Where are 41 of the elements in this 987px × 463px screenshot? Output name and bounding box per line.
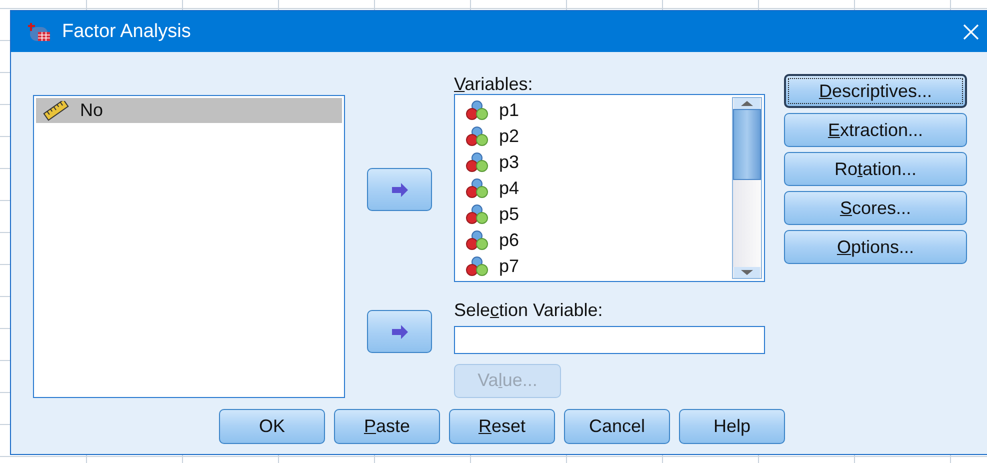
variable-list[interactable]: p1 p2 p3 p4 p5 p6 p7 [454, 94, 765, 282]
scrollbar[interactable] [732, 97, 762, 279]
dialog-button[interactable]: Descriptives... [784, 74, 967, 108]
arrow-icon [390, 182, 410, 198]
move-button[interactable] [367, 310, 432, 353]
input-field[interactable] [454, 326, 765, 354]
dialog-button[interactable]: Help [679, 409, 785, 444]
list-item[interactable]: No [36, 98, 342, 123]
list-item[interactable]: p7 [461, 253, 732, 279]
dialog-button[interactable]: OK [219, 409, 325, 444]
circles-icon [465, 230, 489, 250]
arrow-icon [390, 324, 410, 340]
dialog-button[interactable]: Rotation... [784, 152, 967, 186]
circles-icon [465, 100, 489, 120]
variable-list[interactable]: No [33, 95, 345, 398]
dialog-button[interactable]: Cancel [564, 409, 670, 444]
app-icon [28, 20, 52, 42]
dialog-button[interactable]: Paste [334, 409, 440, 444]
circles-icon [465, 152, 489, 172]
window-title: Factor Analysis [62, 20, 192, 42]
scroll-down-icon [734, 267, 760, 278]
dialog-button[interactable]: Scores... [784, 191, 967, 225]
scroll-up-icon [734, 98, 760, 109]
circles-icon [465, 204, 489, 224]
list-item[interactable]: p4 [461, 175, 732, 201]
list-item[interactable]: p3 [461, 149, 732, 175]
circles-icon [465, 256, 489, 276]
list-item[interactable]: p1 [461, 97, 732, 123]
close-icon[interactable] [962, 22, 980, 40]
field-label: Selection Variable: [454, 300, 604, 320]
list-item[interactable]: p5 [461, 201, 732, 227]
list-item[interactable]: p2 [461, 123, 732, 149]
dialog-button[interactable]: Extraction... [784, 113, 967, 147]
dialog-button[interactable]: Options... [784, 230, 967, 264]
list-item[interactable]: p6 [461, 227, 732, 253]
circles-icon [465, 126, 489, 146]
scroll-thumb[interactable] [733, 109, 761, 180]
move-button[interactable] [367, 168, 432, 211]
dialog-button[interactable]: Reset [449, 409, 555, 444]
field-label: Variables: [454, 74, 534, 94]
circles-icon [465, 178, 489, 198]
